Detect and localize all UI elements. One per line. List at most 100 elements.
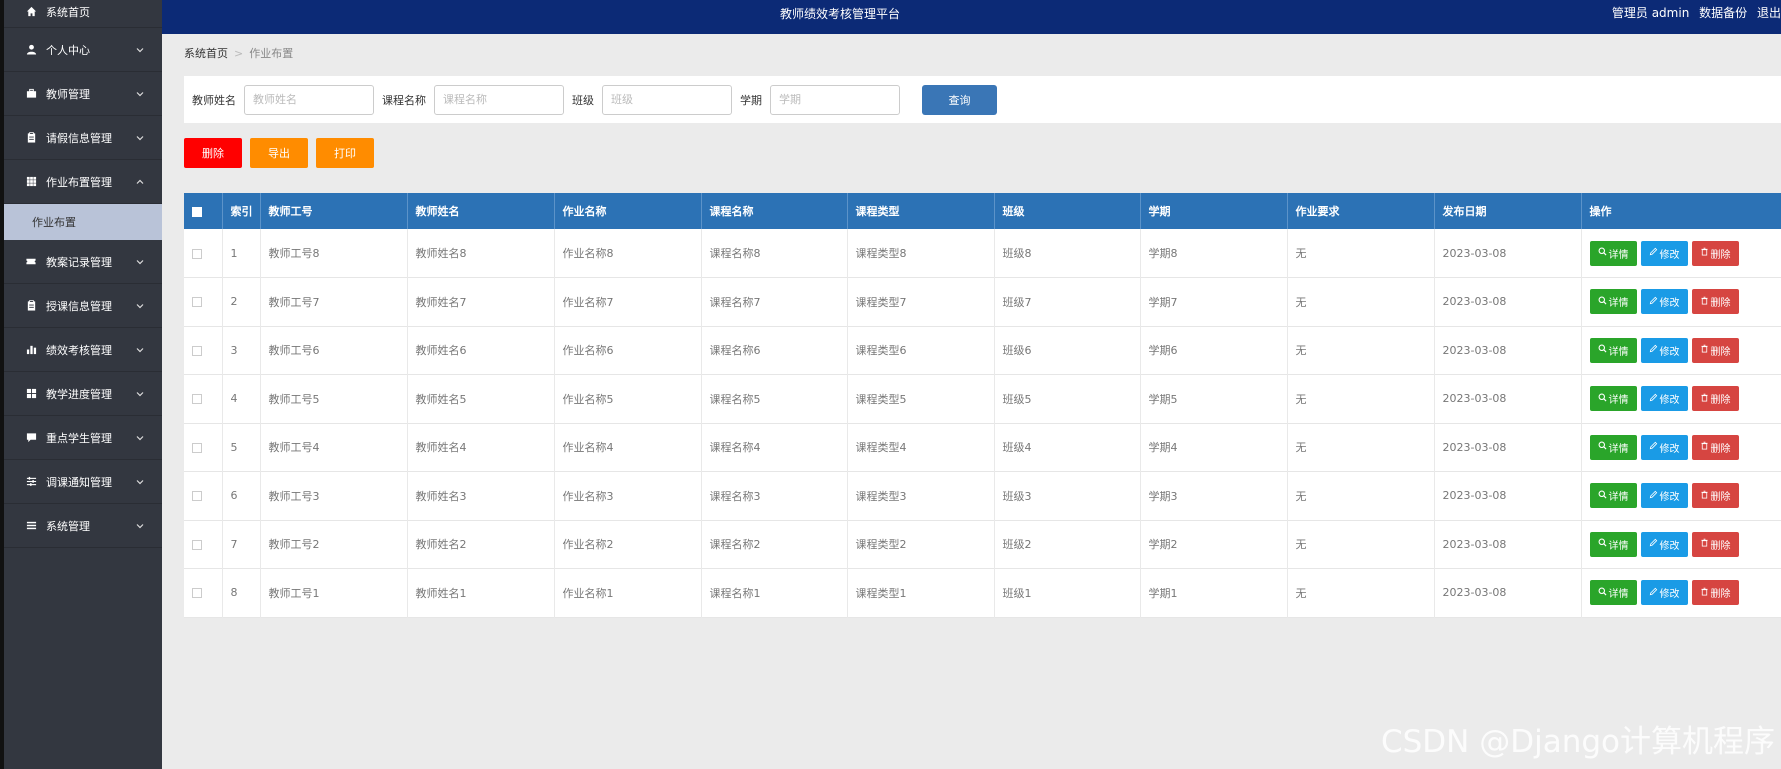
- row-select-cell: [184, 520, 223, 569]
- edit-button[interactable]: 修改: [1640, 386, 1688, 412]
- print-button[interactable]: 打印: [316, 138, 374, 168]
- search-icon: [1598, 441, 1609, 453]
- data-table-wrap: 索引 教师工号 教师姓名 作业名称 课程名称 课程类型 班级 学期 作业要求 发布日期 操作 1 教师…: [184, 193, 1781, 618]
- sidebar-item-8[interactable]: 教学进度管理: [4, 372, 162, 416]
- edit-button[interactable]: 修改: [1640, 289, 1688, 315]
- edit-button[interactable]: 修改: [1640, 434, 1688, 460]
- sidebar-item-5[interactable]: 教案记录管理: [4, 240, 162, 284]
- detail-button[interactable]: 详情: [1589, 386, 1637, 412]
- edit-button[interactable]: 修改: [1640, 483, 1688, 509]
- row-delete-button[interactable]: 删除: [1691, 580, 1739, 606]
- table-cell: 课程类型6: [847, 326, 995, 375]
- table-cell: 教师工号6: [260, 326, 408, 375]
- edit-icon: [1649, 296, 1660, 308]
- row-checkbox[interactable]: [192, 539, 202, 550]
- edit-button[interactable]: 修改: [1640, 240, 1688, 266]
- term-label: 学期: [740, 93, 762, 107]
- menu-icon: [24, 519, 38, 533]
- select-all-checkbox[interactable]: [192, 206, 202, 217]
- sidebar-item-4[interactable]: 作业布置管理: [4, 160, 162, 204]
- sidebar-item-6[interactable]: 授课信息管理: [4, 284, 162, 328]
- export-button[interactable]: 导出: [250, 138, 308, 168]
- row-checkbox[interactable]: [192, 491, 202, 502]
- column-header: 操作: [1581, 193, 1781, 229]
- detail-button[interactable]: 详情: [1589, 434, 1637, 460]
- detail-button[interactable]: 详情: [1589, 289, 1637, 315]
- breadcrumb-separator: >: [234, 47, 244, 60]
- sidebar-subitem-active[interactable]: 作业布置: [4, 204, 162, 240]
- backup-link[interactable]: 数据备份: [1699, 6, 1747, 20]
- table-cell: 1: [222, 229, 261, 278]
- table-body: 1 教师工号8 教师姓名8 作业名称8 课程名称8 课程类型8 班级8 学期8 无 2023-03…: [184, 229, 1781, 617]
- logout-link[interactable]: 退出: [1757, 6, 1781, 20]
- row-actions: 详情 修改 删除: [1589, 434, 1781, 460]
- sidebar-item-10[interactable]: 调课通知管理: [4, 460, 162, 504]
- breadcrumb-home[interactable]: 系统首页: [184, 47, 228, 60]
- row-actions-cell: 详情 修改 删除: [1581, 277, 1781, 326]
- table-cell: 班级5: [994, 374, 1141, 423]
- search-icon: [1598, 490, 1609, 502]
- table-cell: 班级7: [994, 277, 1141, 326]
- edit-label: 修改: [1659, 346, 1680, 358]
- sidebar-item-1[interactable]: 个人中心: [4, 28, 162, 72]
- column-header: 课程名称: [701, 193, 848, 229]
- edit-button[interactable]: 修改: [1640, 580, 1688, 606]
- sidebar: 系统首页 个人中心 教师管理 请假信息管理 作业布置管理 作业布置 教案记录管理 授课信息管理…: [4, 0, 162, 769]
- row-checkbox[interactable]: [192, 394, 202, 405]
- row-checkbox[interactable]: [192, 588, 202, 599]
- row-checkbox[interactable]: [192, 248, 202, 259]
- edit-button[interactable]: 修改: [1640, 337, 1688, 363]
- comment-icon: [24, 431, 38, 445]
- row-actions: 详情 修改 删除: [1589, 386, 1781, 412]
- detail-button[interactable]: 详情: [1589, 531, 1637, 557]
- edit-label: 修改: [1659, 298, 1680, 310]
- term-input[interactable]: [770, 84, 900, 115]
- edit-label: 修改: [1659, 589, 1680, 601]
- row-select-cell: [184, 471, 223, 520]
- search-icon: [1598, 296, 1609, 308]
- batch-delete-button[interactable]: 删除: [184, 138, 242, 168]
- row-checkbox[interactable]: [192, 297, 202, 308]
- sidebar-item-2[interactable]: 教师管理: [4, 72, 162, 116]
- row-delete-button[interactable]: 删除: [1691, 337, 1739, 363]
- sidebar-item-7[interactable]: 绩效考核管理: [4, 328, 162, 372]
- row-actions-cell: 详情 修改 删除: [1581, 423, 1781, 472]
- sidebar-item-label: 调课通知管理: [46, 475, 112, 489]
- column-header: 作业名称: [554, 193, 702, 229]
- row-delete-button[interactable]: 删除: [1691, 289, 1739, 315]
- row-actions: 详情 修改 删除: [1589, 531, 1781, 557]
- table-cell: 班级2: [994, 520, 1141, 569]
- edit-button[interactable]: 修改: [1640, 531, 1688, 557]
- table-cell: 2023-03-08: [1434, 423, 1582, 472]
- trash-icon: [1700, 490, 1711, 502]
- sidebar-item-label: 教学进度管理: [46, 387, 112, 401]
- row-delete-button[interactable]: 删除: [1691, 434, 1739, 460]
- edit-label: 修改: [1659, 540, 1680, 552]
- row-checkbox[interactable]: [192, 442, 202, 453]
- class-input[interactable]: [602, 84, 732, 115]
- sidebar-item-11[interactable]: 系统管理: [4, 504, 162, 548]
- sidebar-item-3[interactable]: 请假信息管理: [4, 116, 162, 160]
- sidebar-item-label: 个人中心: [46, 43, 90, 57]
- row-delete-button[interactable]: 删除: [1691, 531, 1739, 557]
- course-name-input[interactable]: [434, 84, 564, 115]
- row-delete-button[interactable]: 删除: [1691, 386, 1739, 412]
- teacher-name-input[interactable]: [244, 84, 374, 115]
- sidebar-item-9[interactable]: 重点学生管理: [4, 416, 162, 460]
- detail-button[interactable]: 详情: [1589, 240, 1637, 266]
- table-cell: 学期3: [1140, 471, 1288, 520]
- column-header: 课程类型: [847, 193, 995, 229]
- detail-button[interactable]: 详情: [1589, 337, 1637, 363]
- row-checkbox[interactable]: [192, 345, 202, 356]
- assignment-table: 索引 教师工号 教师姓名 作业名称 课程名称 课程类型 班级 学期 作业要求 发布日期 操作 1 教师…: [184, 193, 1781, 618]
- sidebar-item-label: 授课信息管理: [46, 299, 112, 313]
- row-select-cell: [184, 374, 223, 423]
- table-cell: 2023-03-08: [1434, 471, 1582, 520]
- row-delete-button[interactable]: 删除: [1691, 240, 1739, 266]
- edit-label: 修改: [1659, 395, 1680, 407]
- detail-button[interactable]: 详情: [1589, 483, 1637, 509]
- detail-button[interactable]: 详情: [1589, 580, 1637, 606]
- row-delete-button[interactable]: 删除: [1691, 483, 1739, 509]
- delete-label: 删除: [1710, 298, 1731, 310]
- query-button[interactable]: 查询: [922, 84, 997, 115]
